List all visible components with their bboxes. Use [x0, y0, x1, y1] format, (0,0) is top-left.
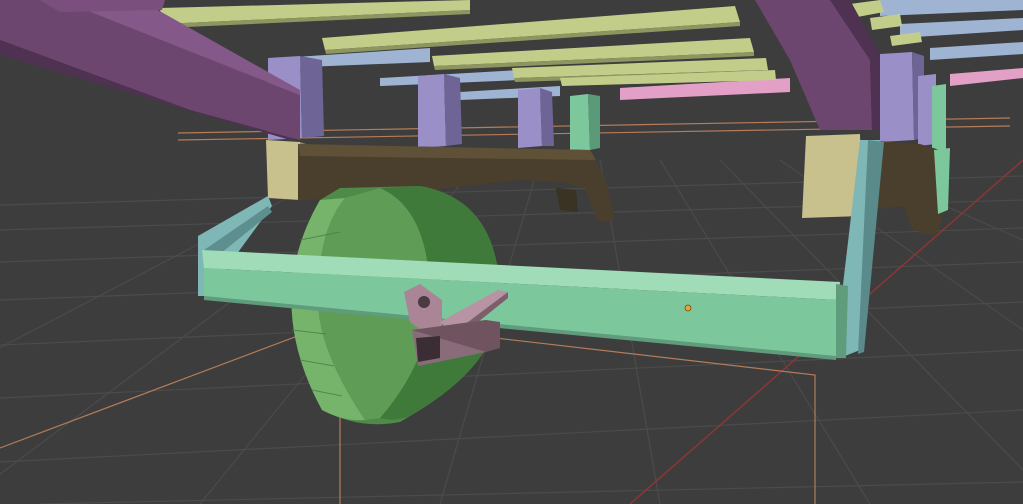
origin-marker[interactable]: [684, 304, 692, 312]
scene-canvas[interactable]: [0, 0, 1023, 504]
3d-viewport[interactable]: [0, 0, 1023, 504]
